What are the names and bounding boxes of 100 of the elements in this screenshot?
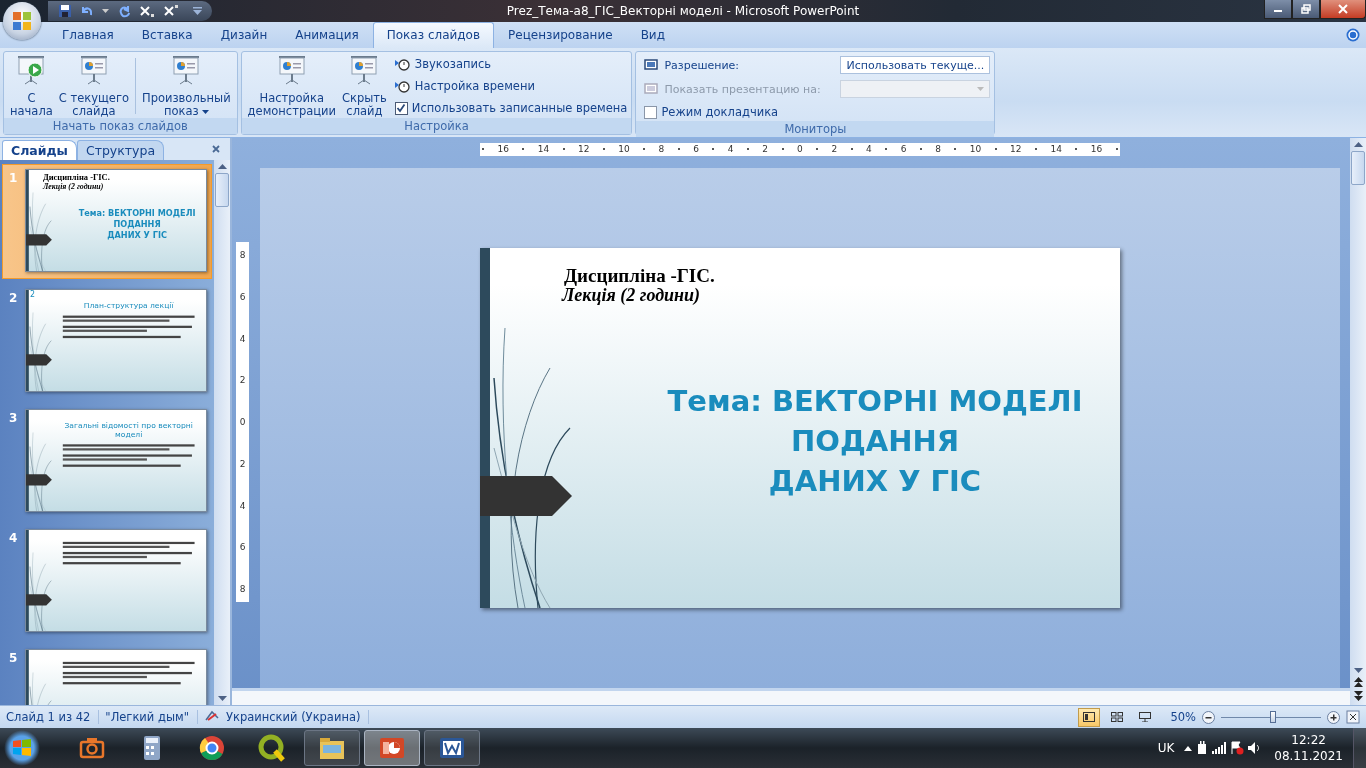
spellcheck-icon[interactable] [203, 710, 220, 724]
checkbox[interactable] [394, 101, 408, 115]
dropdown-field[interactable]: Использовать текуще... [840, 56, 991, 74]
ruler-number: 4 [239, 500, 246, 511]
group-label: Настройка [241, 118, 632, 134]
scroll-thumb[interactable] [1351, 151, 1365, 185]
close-icon [1338, 4, 1348, 14]
ribbon-tab[interactable]: Дизайн [206, 22, 282, 48]
scroll-down-icon[interactable] [217, 696, 227, 701]
ruler-number: 4 [239, 333, 246, 344]
slide-number: 2 [9, 290, 19, 305]
language-indicator[interactable]: Украинский (Украина) [225, 710, 370, 724]
next-slide-icon[interactable] [1353, 691, 1363, 701]
slide-heading: Дисципліна -ГІС. [564, 265, 715, 287]
windows-logo-icon [11, 737, 33, 759]
slide-subheading: Лекція (2 години) [562, 285, 701, 306]
ribbon-tab[interactable]: Вид [626, 22, 679, 48]
ribbon-button[interactable]: С начала [8, 54, 55, 118]
save-icon[interactable] [58, 4, 72, 18]
stopwatch-icon [394, 79, 411, 93]
show-hidden-icons-icon[interactable] [1184, 745, 1193, 751]
signal-icon[interactable] [1212, 742, 1227, 754]
customize-caret-icon[interactable] [193, 7, 202, 15]
slide-number: 3 [9, 410, 19, 425]
ribbon-button[interactable]: Настройка демонстрации [245, 54, 338, 118]
minimize-button[interactable] [1264, 0, 1292, 19]
monitor-icon [644, 82, 661, 96]
subscript-icon[interactable] [139, 4, 155, 18]
pane-tab[interactable]: Структура [76, 140, 165, 160]
zoom-in-icon[interactable] [1327, 710, 1340, 724]
taskbar-app-button[interactable] [424, 730, 480, 766]
scroll-up-icon[interactable] [217, 164, 227, 169]
superscript-icon[interactable] [163, 4, 179, 18]
ribbon-small-button[interactable]: Звукозапись [394, 55, 628, 73]
caret-icon[interactable] [102, 9, 109, 13]
scrollbar[interactable] [214, 160, 230, 705]
scroll-up-icon[interactable] [1353, 142, 1363, 147]
clock-date: 08.11.2021 [1274, 748, 1343, 764]
ruler-number: 4 [727, 144, 734, 154]
ruler-number: 16 [1090, 144, 1103, 154]
taskbar-app-button[interactable] [304, 730, 360, 766]
previous-slide-icon[interactable] [1353, 677, 1363, 687]
dropdown-label: Разрешение: [664, 58, 741, 72]
ruler-number: 2 [762, 144, 769, 154]
checkbox-option[interactable]: Использовать записанные времена [394, 99, 628, 117]
dropdown-label: Показать презентацию на: [664, 82, 822, 96]
ruler-number: 6 [239, 291, 246, 302]
fit-window-icon[interactable] [1346, 710, 1360, 724]
scroll-down-icon[interactable] [1353, 668, 1363, 673]
office-button[interactable] [3, 2, 41, 40]
ribbon-small-button[interactable]: Настройка времени [394, 77, 628, 95]
ruler-number: 8 [239, 584, 246, 594]
close-button[interactable] [1320, 0, 1366, 19]
view-icon [1111, 712, 1124, 722]
chrome-icon [197, 733, 227, 763]
ruler-number: 6 [239, 542, 246, 553]
slide-heading: Дисципліна -ГІС. [42, 172, 110, 182]
ribbon-tab[interactable]: Главная [48, 22, 128, 48]
ribbon-tab[interactable]: Анимация [281, 22, 373, 48]
ruler-number: 0 [239, 417, 246, 427]
flag-alert-icon[interactable] [1230, 741, 1245, 755]
window-title: Prez_Тема-а8_ГІС_Векторні моделі - Microsoft PowerPoint [506, 4, 860, 18]
zoom-level[interactable]: 50% [1170, 710, 1196, 724]
ribbon-button[interactable]: Произвольный показ [140, 54, 233, 118]
ruler-number: 8 [658, 144, 665, 154]
zoom-slider[interactable] [1221, 710, 1321, 724]
qgis-icon [257, 733, 287, 763]
zoom-out-icon[interactable] [1202, 710, 1215, 724]
zoom-slider-thumb[interactable] [1270, 710, 1276, 723]
stopwatch-icon [394, 57, 411, 71]
keyboard-language[interactable]: UK [1157, 741, 1175, 755]
ruler-number: 16 [497, 144, 509, 154]
group-label: Начать показ слайдов [4, 118, 237, 134]
scrollbar[interactable] [1350, 138, 1366, 705]
checkbox-option[interactable]: Режим докладчика [644, 103, 991, 121]
ruler-number: 4 [866, 144, 872, 154]
ruler-number: 2 [831, 144, 838, 154]
pane-tab[interactable]: Слайды [2, 140, 77, 160]
undo-icon[interactable] [80, 4, 94, 18]
ribbon-tab[interactable]: Рецензирование [494, 22, 627, 48]
restore-button[interactable] [1292, 0, 1320, 19]
ribbon-tab[interactable]: Показ слайдов [372, 22, 494, 48]
monitor-icon [644, 58, 661, 72]
slide-number: 4 [9, 530, 19, 545]
ruler-number: 6 [900, 144, 907, 154]
checkbox[interactable] [644, 105, 658, 119]
device-icon[interactable] [1196, 741, 1209, 755]
clock[interactable]: 12:22 08.11.2021 [1274, 732, 1343, 764]
office-logo-icon [10, 9, 34, 33]
redo-icon[interactable] [117, 4, 131, 18]
help-icon[interactable] [1346, 28, 1360, 42]
scroll-thumb[interactable] [215, 173, 229, 207]
slide-title: ПОДАННЯ [113, 218, 161, 230]
ribbon-tab[interactable]: Вставка [127, 22, 207, 48]
close-icon[interactable] [212, 145, 220, 153]
normal-view-button[interactable] [1078, 707, 1101, 727]
ribbon-button[interactable]: Скрыть слайд [340, 54, 389, 118]
ribbon-button[interactable]: С текущего слайда [56, 54, 131, 118]
clock-time: 12:22 [1291, 732, 1326, 748]
theme-name: "Легкий дым" [105, 710, 198, 724]
